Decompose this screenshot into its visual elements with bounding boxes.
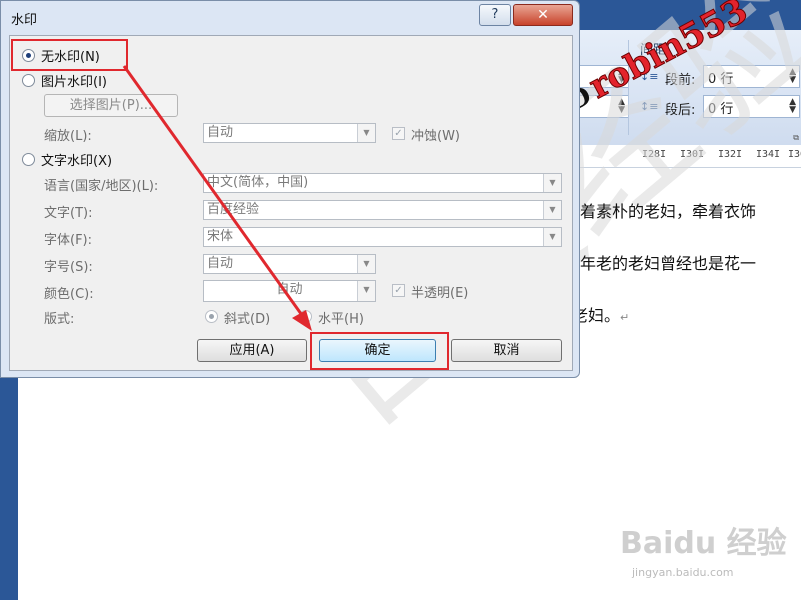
font-label: 字体(F):	[44, 233, 93, 248]
color-label: 颜色(C):	[44, 287, 94, 302]
highlight-ok-button	[310, 332, 449, 370]
language-label: 语言(国家/地区)(L):	[44, 179, 159, 194]
dialog-body: 无水印(N) 图片水印(I) 选择图片(P)... 缩放(L): 自动 ▼ ✓ …	[9, 35, 573, 371]
document-text-line: 着素朴的老妇，牵着衣饰	[580, 202, 757, 221]
select-picture-button[interactable]: 选择图片(P)...	[44, 94, 178, 117]
cancel-button[interactable]: 取消	[451, 339, 562, 362]
horizontal-radio[interactable]	[299, 310, 312, 323]
semitransparent-checkbox[interactable]: ✓	[392, 284, 405, 297]
highlight-no-watermark	[11, 39, 128, 71]
chevron-down-icon[interactable]: ▼	[357, 255, 375, 273]
chevron-down-icon[interactable]: ▼	[543, 228, 561, 246]
dialog-launcher-icon[interactable]: ⧉	[793, 133, 799, 143]
size-label: 字号(S):	[44, 260, 93, 275]
layout-label: 版式:	[44, 312, 75, 327]
close-icon[interactable]: ✕	[513, 4, 573, 26]
text-watermark-radio[interactable]	[22, 153, 35, 166]
diagonal-label: 斜式(D)	[224, 312, 271, 327]
text-select[interactable]: 百度经验 ▼	[203, 200, 562, 220]
scale-value: 自动	[207, 125, 234, 140]
font-value: 宋体	[207, 229, 234, 244]
paragraph-mark-icon: ↵	[620, 311, 630, 324]
chevron-down-icon[interactable]: ▼	[543, 201, 561, 219]
document-text-line: 年老的老妇曾经也是花一	[580, 254, 757, 273]
scale-label: 缩放(L):	[44, 129, 92, 144]
document-left-margin	[0, 375, 18, 600]
picture-watermark-label[interactable]: 图片水印(I)	[41, 71, 107, 90]
size-value: 自动	[207, 256, 234, 271]
document-text-line: 老妇。↵	[572, 302, 629, 326]
color-value: 自动	[276, 282, 303, 297]
text-watermark-label[interactable]: 文字水印(X)	[41, 150, 112, 169]
washout-checkbox[interactable]: ✓	[392, 127, 405, 140]
picture-watermark-radio[interactable]	[22, 74, 35, 87]
scale-select[interactable]: 自动 ▼	[203, 123, 376, 143]
watermark-dialog: 水印 ? ✕ 无水印(N) 图片水印(I) 选择图片(P)... 缩放(L): …	[0, 0, 580, 378]
baidu-url: jingyan.baidu.com	[632, 566, 734, 579]
semitransparent-label: 半透明(E)	[411, 286, 469, 301]
chevron-down-icon[interactable]: ▼	[543, 174, 561, 192]
font-select[interactable]: 宋体 ▼	[203, 227, 562, 247]
baidu-logo: Baidu 经验	[620, 526, 787, 561]
chevron-down-icon[interactable]: ▼	[357, 281, 375, 301]
help-icon[interactable]: ?	[479, 4, 511, 26]
language-value: 中文(简体，中国)	[207, 175, 309, 190]
language-select[interactable]: 中文(简体，中国) ▼	[203, 173, 562, 193]
text-label: 文字(T):	[44, 206, 93, 221]
horizontal-label: 水平(H)	[318, 312, 364, 327]
size-select[interactable]: 自动 ▼	[203, 254, 376, 274]
diagonal-radio[interactable]	[205, 310, 218, 323]
washout-label: 冲蚀(W)	[411, 129, 460, 144]
apply-button[interactable]: 应用(A)	[197, 339, 307, 362]
ruler-tick: I36	[788, 149, 801, 160]
dialog-title: 水印	[11, 13, 38, 28]
color-picker[interactable]: 自动 ▼	[203, 280, 376, 302]
text-value: 百度经验	[207, 202, 260, 217]
chevron-down-icon[interactable]: ▼	[357, 124, 375, 142]
